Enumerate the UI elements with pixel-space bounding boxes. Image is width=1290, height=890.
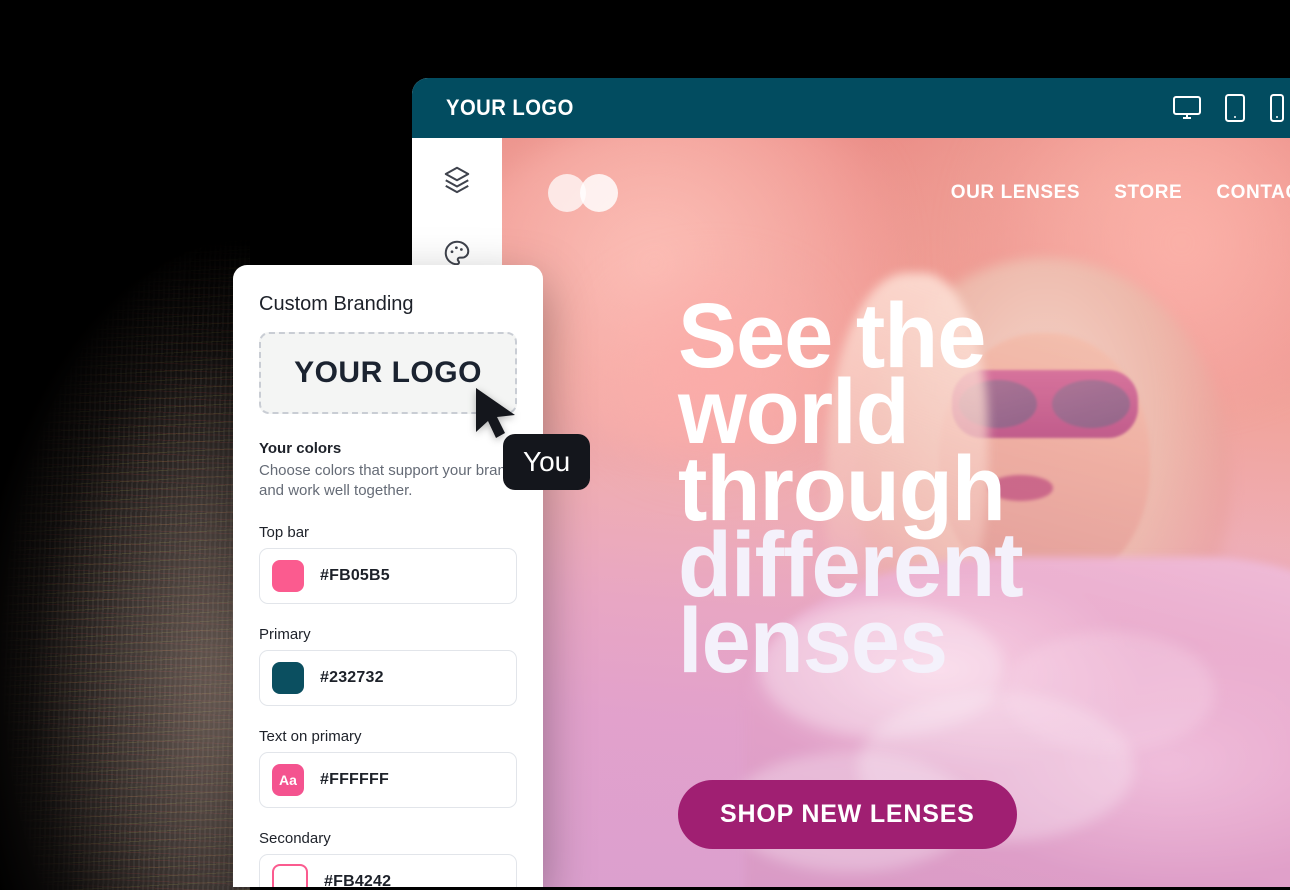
field-label-primary: Primary bbox=[259, 625, 311, 643]
builder-topbar: YOUR LOGO bbox=[412, 78, 1290, 138]
site-navigation: OUR LENSES STORE CONTACT bbox=[502, 174, 1290, 212]
headline-line: lenses bbox=[678, 590, 948, 693]
site-hero: OUR LENSES STORE CONTACT See the world t… bbox=[502, 138, 1290, 887]
panel-title: Custom Branding bbox=[259, 293, 414, 315]
builder-body: OUR LENSES STORE CONTACT See the world t… bbox=[412, 138, 1290, 887]
nav-link-store[interactable]: STORE bbox=[1114, 182, 1182, 204]
nav-links[interactable]: OUR LENSES STORE CONTACT bbox=[951, 182, 1290, 204]
tablet-icon[interactable] bbox=[1224, 93, 1246, 123]
color-field-primary[interactable]: #232732 bbox=[259, 649, 517, 706]
hero-headline: See the world through different lenses bbox=[678, 290, 1024, 693]
color-hex-value: #FB4242 bbox=[324, 872, 392, 888]
shop-new-lenses-button[interactable]: SHOP NEW LENSES bbox=[678, 780, 1017, 849]
device-switcher[interactable] bbox=[1172, 93, 1286, 123]
color-hex-value: #232732 bbox=[320, 668, 384, 686]
collaborator-label: You bbox=[503, 434, 591, 490]
custom-branding-panel: Custom Branding YOUR LOGO Your colors Ch… bbox=[233, 265, 543, 887]
nav-link-contact[interactable]: CONTACT bbox=[1216, 182, 1290, 204]
panel-drop-shadow bbox=[0, 230, 250, 890]
desktop-icon[interactable] bbox=[1172, 95, 1202, 121]
color-hex-value: #FB05B5 bbox=[320, 566, 390, 584]
color-swatch[interactable] bbox=[272, 863, 308, 887]
mobile-icon[interactable] bbox=[1268, 93, 1286, 123]
color-field-secondary[interactable]: #FB4242 bbox=[259, 853, 517, 888]
color-swatch[interactable]: Aa bbox=[272, 763, 304, 796]
nav-link-our-lenses[interactable]: OUR LENSES bbox=[951, 182, 1081, 204]
builder-logo-text: YOUR LOGO bbox=[446, 95, 574, 120]
color-hex-value: #FFFFFF bbox=[320, 770, 389, 788]
field-label-secondary: Secondary bbox=[259, 829, 331, 847]
field-label-top-bar: Top bar bbox=[259, 523, 310, 541]
palette-icon[interactable] bbox=[442, 238, 472, 268]
color-field-top-bar[interactable]: #FB05B5 bbox=[259, 547, 517, 604]
canvas-background: YOUR LOGO OUR LENSES STORE CONTA See the… bbox=[0, 0, 1290, 890]
layers-icon[interactable] bbox=[442, 164, 472, 194]
logo-placeholder-text: YOUR LOGO bbox=[294, 356, 482, 389]
field-label-text-on-primary: Text on primary bbox=[259, 727, 362, 745]
color-swatch[interactable] bbox=[272, 661, 304, 694]
your-colors-description: Choose colors that support your brand an… bbox=[259, 462, 515, 500]
color-field-text-on-primary[interactable]: Aa #FFFFFF bbox=[259, 751, 517, 808]
glasses-logo-icon bbox=[548, 174, 624, 212]
color-swatch[interactable] bbox=[272, 559, 304, 592]
